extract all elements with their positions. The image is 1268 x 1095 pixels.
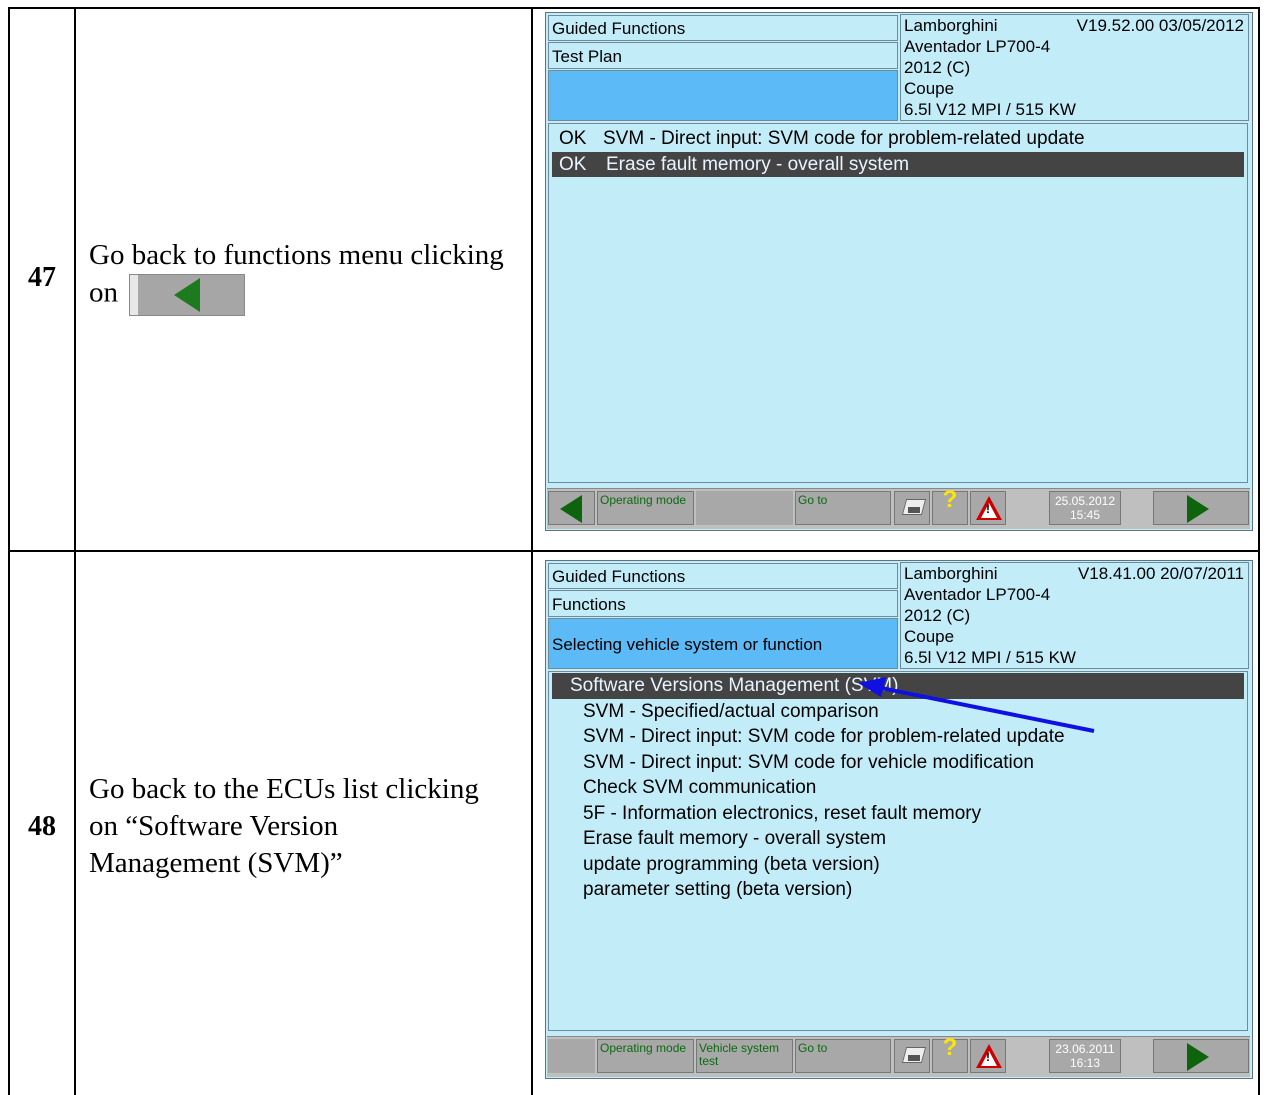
back-button-illustration xyxy=(129,274,246,316)
go-to-button[interactable]: Go to xyxy=(795,1039,891,1073)
vehicle-system-button[interactable] xyxy=(696,491,793,525)
header-guided-functions: Guided Functions xyxy=(548,563,898,589)
vehicle-engine: 6.5l V12 MPI / 515 KW xyxy=(904,648,1076,667)
step-description: Go back to functions menu clicking on xyxy=(89,237,509,316)
operating-mode-button[interactable]: Operating mode xyxy=(597,491,694,525)
vehicle-info: Lamborghini V19.52.00 03/05/2012 Aventad… xyxy=(900,14,1249,121)
step-number: 48 xyxy=(28,811,56,842)
help-icon: ? xyxy=(942,1034,958,1061)
table-row-divider xyxy=(8,550,1260,552)
status-ok: OK xyxy=(559,153,587,175)
step-description: Go back to the ECUs list clicking on “So… xyxy=(89,773,479,879)
forward-button[interactable] xyxy=(1153,491,1249,525)
table-column-divider xyxy=(74,7,76,1095)
toolbar: Operating mode Go to ? ! 25.05.2012 15:45 xyxy=(547,488,1250,529)
warning-button[interactable]: ! xyxy=(970,1039,1006,1073)
forward-arrow-icon xyxy=(1187,495,1209,523)
datetime-display: 23.06.2011 16:13 xyxy=(1049,1039,1121,1073)
table-column-divider xyxy=(531,7,533,1095)
list-item[interactable]: OK SVM - Direct input: SVM code for probl… xyxy=(549,126,1247,152)
warning-button[interactable]: ! xyxy=(970,491,1006,525)
list-item[interactable]: update programming (beta version) xyxy=(549,852,1247,878)
list-item-selected[interactable]: OK Erase fault memory - overall system xyxy=(552,151,1244,177)
software-version: V19.52.00 03/05/2012 xyxy=(1076,16,1244,35)
list-item[interactable]: SVM - Direct input: SVM code for vehicle… xyxy=(549,750,1247,776)
list-item[interactable]: Erase fault memory - overall system xyxy=(549,826,1247,852)
help-button[interactable]: ? xyxy=(932,1034,968,1073)
list-item-label: SVM - Direct input: SVM code for problem… xyxy=(603,128,1085,149)
vehicle-body: Coupe xyxy=(904,79,955,98)
function-list: Software Versions Management (SVM) SVM -… xyxy=(548,671,1248,1031)
list-item-label: Erase fault memory - overall system xyxy=(606,153,910,175)
header-guided-functions: Guided Functions xyxy=(548,15,898,41)
print-button[interactable] xyxy=(894,1039,930,1073)
operating-mode-button[interactable]: Operating mode xyxy=(597,1039,694,1073)
step-number: 47 xyxy=(28,262,56,293)
header-selection xyxy=(548,70,898,121)
header-plan: Test Plan xyxy=(548,42,898,69)
vehicle-engine: 6.5l V12 MPI / 515 KW xyxy=(904,100,1076,119)
back-arrow-icon xyxy=(174,278,201,312)
vehicle-model: Aventador LP700-4 xyxy=(904,585,1051,604)
vehicle-system-test-button[interactable]: Vehicle system test xyxy=(696,1039,793,1073)
list-item[interactable]: 5F - Information electronics, reset faul… xyxy=(549,801,1247,827)
datetime-display: 25.05.2012 15:45 xyxy=(1049,491,1121,525)
go-to-button[interactable]: Go to xyxy=(795,491,891,525)
help-button[interactable]: ? xyxy=(932,486,968,525)
vehicle-model: Aventador LP700-4 xyxy=(904,37,1051,56)
diagnostic-screen: Guided Functions Test Plan Lamborghini V… xyxy=(545,12,1253,531)
vehicle-body: Coupe xyxy=(904,627,955,646)
software-version: V18.41.00 20/07/2011 xyxy=(1077,564,1244,583)
forward-arrow-icon xyxy=(1187,1043,1209,1071)
help-icon: ? xyxy=(942,486,958,513)
diagnostic-screen: Guided Functions Functions Selecting veh… xyxy=(545,560,1253,1079)
back-button[interactable] xyxy=(548,491,595,525)
time: 16:13 xyxy=(1069,1056,1101,1070)
date: 25.05.2012 xyxy=(1054,494,1116,508)
header-plan: Functions xyxy=(548,590,898,617)
forward-button[interactable] xyxy=(1153,1039,1249,1073)
print-button[interactable] xyxy=(894,491,930,525)
list-item[interactable]: SVM - Direct input: SVM code for problem… xyxy=(549,724,1247,750)
list-item-selected[interactable]: Software Versions Management (SVM) xyxy=(552,673,1244,699)
date: 23.06.2011 xyxy=(1055,1042,1115,1056)
table-left-border xyxy=(8,7,10,1095)
table-right-border xyxy=(1258,7,1260,1095)
time: 15:45 xyxy=(1069,508,1101,522)
vehicle-info: Lamborghini V18.41.00 20/07/2011 Aventad… xyxy=(900,562,1249,669)
status-ok: OK xyxy=(559,128,587,149)
header-selection: Selecting vehicle system or function xyxy=(548,618,898,669)
list-item[interactable]: SVM - Specified/actual comparison xyxy=(549,699,1247,725)
test-plan-list: OK SVM - Direct input: SVM code for probl… xyxy=(548,123,1248,483)
list-item[interactable]: Check SVM communication xyxy=(549,775,1247,801)
back-arrow-icon xyxy=(560,495,582,523)
table-top-border xyxy=(8,7,1260,9)
list-item[interactable]: parameter setting (beta version) xyxy=(549,877,1247,903)
vehicle-year: 2012 (C) xyxy=(904,58,971,77)
back-button[interactable] xyxy=(548,1039,595,1073)
toolbar: Operating mode Vehicle system test Go to… xyxy=(547,1036,1250,1077)
vehicle-year: 2012 (C) xyxy=(904,606,971,625)
